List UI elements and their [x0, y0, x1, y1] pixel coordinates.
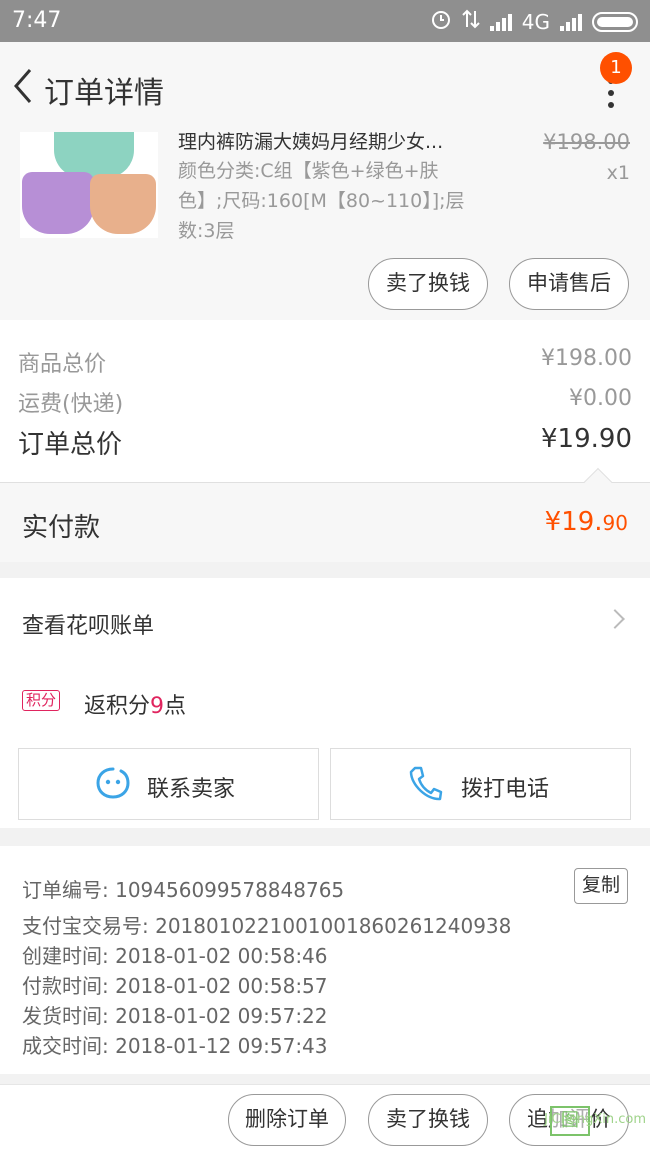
product-item[interactable]: 理内裤防漏大姨妈月经期少女... 颜色分类:C组【紫色+绿色+肤 色】;尺码:1… [0, 128, 650, 320]
call-label: 拨打电话 [461, 777, 550, 802]
contact-seller-button[interactable]: 联系卖家 [18, 748, 319, 820]
contact-seller-label: 联系卖家 [147, 777, 236, 802]
service-section: 查看花呗账单 积分 返积分9点 联系卖家 拨打电话 [0, 578, 650, 828]
product-quantity: x1 [606, 162, 630, 184]
signal-icon [489, 13, 512, 31]
product-original-price: ¥198.00 [543, 130, 630, 154]
status-bar: 7:47 4G [0, 0, 650, 42]
points-suffix: 点 [164, 694, 187, 719]
sku-line: 颜色分类:C组【紫色+绿色+肤 [178, 160, 439, 182]
created-time: 创建时间: 2018-01-02 00:58:46 [22, 944, 328, 968]
sell-button[interactable]: 卖了换钱 [368, 258, 488, 310]
battery-icon [592, 11, 638, 32]
paid-integer: ¥19. [544, 507, 603, 537]
paid-time: 付款时间: 2018-01-02 00:58:57 [22, 974, 328, 998]
shipping-label: 运费(快递) [18, 392, 124, 417]
thumb-peach-garment [90, 174, 156, 234]
paid-label: 实付款 [22, 513, 101, 543]
notification-badge: 1 [600, 52, 632, 84]
sell-button-bottom[interactable]: 卖了换钱 [368, 1094, 488, 1146]
phone-icon [407, 765, 443, 807]
page-title: 订单详情 [44, 76, 164, 111]
status-icons: 4G [430, 8, 638, 35]
delete-order-button[interactable]: 删除订单 [228, 1094, 346, 1146]
goods-total-row: 商品总价 ¥198.00 [18, 346, 632, 378]
status-time: 7:47 [12, 8, 62, 33]
back-arrow-icon[interactable] [10, 66, 36, 106]
order-total-label: 订单总价 [18, 430, 123, 460]
product-sku: 颜色分类:C组【紫色+绿色+肤 色】;尺码:160[M【80~110】];层 数… [178, 156, 478, 246]
alarm-icon [430, 8, 452, 35]
paid-value: ¥19.90 [545, 507, 628, 537]
points-text: 返积分9点 [84, 688, 186, 720]
after-sale-button[interactable]: 申请售后 [509, 258, 629, 310]
signal-icon-2 [560, 13, 582, 31]
shipping-row: 运费(快递) ¥0.00 [18, 386, 632, 418]
thumb-purple-garment [22, 172, 94, 234]
order-total-row: 订单总价 ¥19.90 [18, 424, 632, 461]
watermark-text: JiChengXin.com [544, 1112, 646, 1127]
sku-line: 数:3层 [178, 220, 235, 242]
goods-total-label: 商品总价 [18, 352, 107, 377]
product-thumbnail[interactable] [20, 132, 158, 238]
chat-bubble-icon [95, 765, 131, 805]
price-summary: 商品总价 ¥198.00 运费(快递) ¥0.00 订单总价 ¥19.90 [0, 320, 650, 482]
product-name: 理内裤防漏大姨妈月经期少女... [178, 131, 444, 153]
sku-line: 色】;尺码:160[M【80~110】];层 [178, 190, 465, 212]
copy-button[interactable]: 复制 [574, 868, 628, 904]
points-prefix: 返积分 [84, 694, 151, 719]
completed-time: 成交时间: 2018-01-12 09:57:43 [22, 1034, 328, 1058]
paid-amount-row: 实付款 ¥19.90 [0, 482, 650, 562]
shipped-time: 发货时间: 2018-01-02 09:57:22 [22, 1004, 328, 1028]
chevron-right-icon [605, 609, 625, 629]
points-amount: 9 [150, 694, 165, 719]
network-type: 4G [521, 9, 550, 34]
huabei-label: 查看花呗账单 [22, 614, 155, 639]
call-button[interactable]: 拨打电话 [330, 748, 631, 820]
alipay-trade-number: 支付宝交易号: 2018010221001001860261240938 [22, 914, 512, 938]
data-transfer-icon [462, 8, 480, 35]
points-tag: 积分 [22, 690, 61, 711]
order-number: 订单编号: 109456099578848765 [22, 878, 345, 902]
nav-bar: 订单详情 1 [0, 42, 650, 128]
paid-decimal: 90 [602, 511, 628, 535]
order-total-value: ¥19.90 [541, 424, 632, 454]
goods-total-value: ¥198.00 [541, 346, 632, 371]
order-info: 订单编号: 109456099578848765 复制 支付宝交易号: 2018… [0, 846, 650, 1074]
shipping-value: ¥0.00 [569, 386, 632, 411]
